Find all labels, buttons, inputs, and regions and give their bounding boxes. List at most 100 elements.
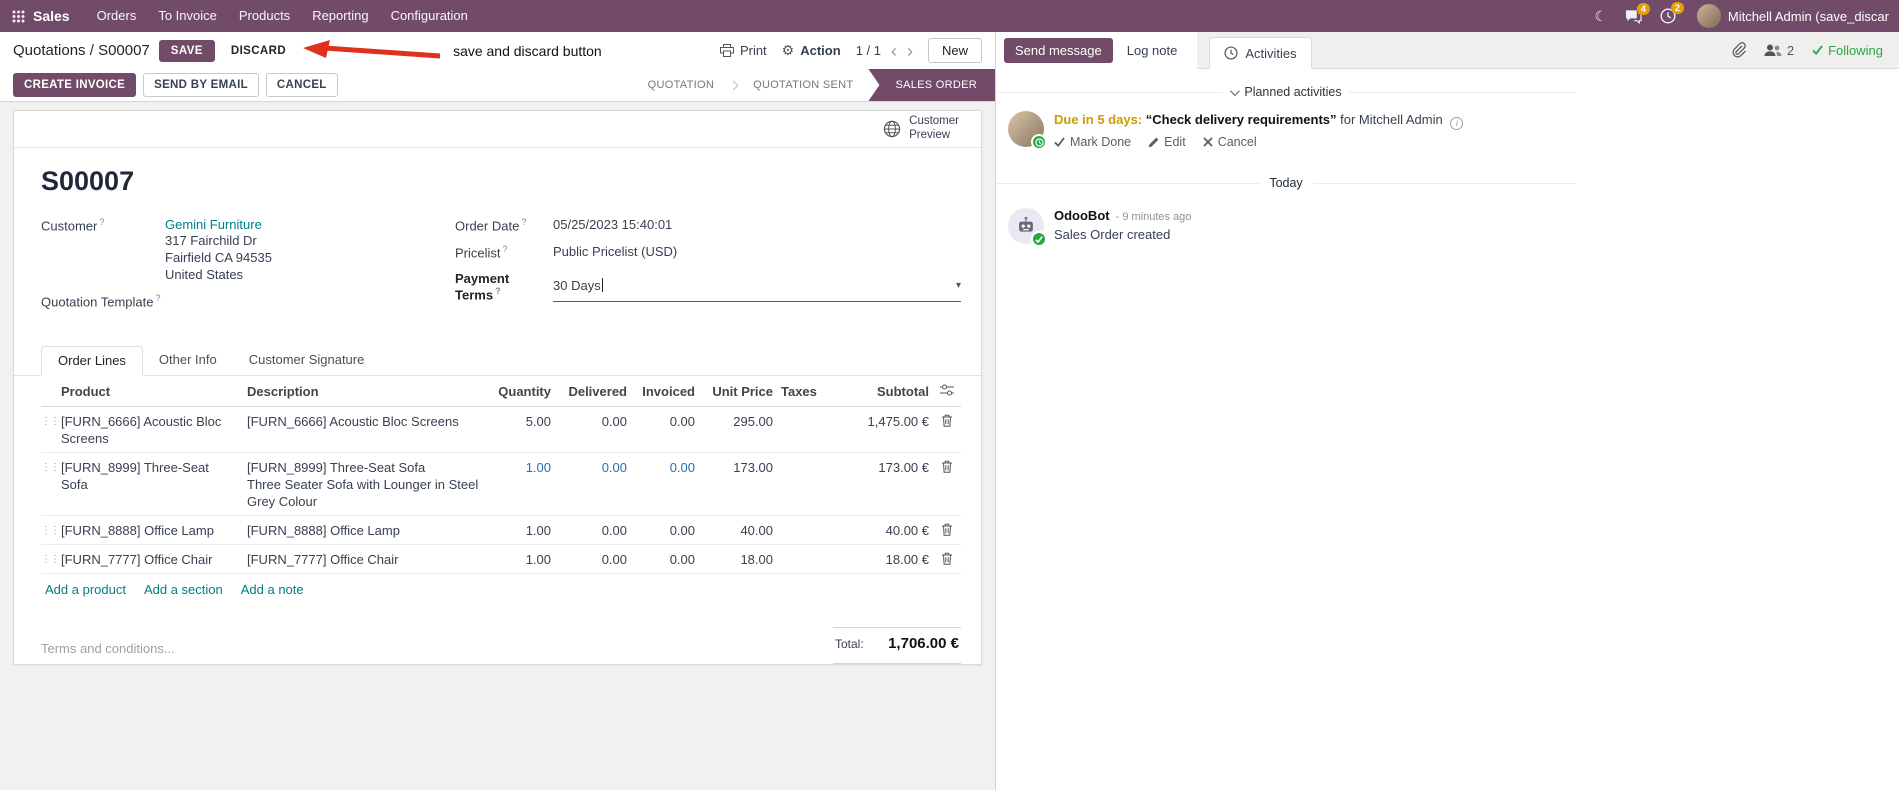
cell-delivered[interactable]: 0.00 — [555, 413, 631, 430]
table-row[interactable]: ⋮⋮ [FURN_8888] Office Lamp [FURN_8888] O… — [41, 516, 961, 545]
activity-item: Due in 5 days: “Check delivery requireme… — [996, 111, 1899, 150]
pager-next-icon[interactable]: › — [907, 42, 913, 60]
new-button[interactable]: New — [927, 38, 982, 63]
info-icon[interactable]: i — [1450, 117, 1464, 130]
terms-and-conditions-input[interactable]: Terms and conditions... — [41, 627, 175, 664]
add-note-link[interactable]: Add a note — [241, 582, 304, 597]
cell-subtotal: 173.00 € — [878, 460, 929, 475]
tab-order-lines[interactable]: Order Lines — [41, 346, 143, 376]
create-invoice-button[interactable]: CREATE INVOICE — [13, 73, 137, 97]
message-author[interactable]: OdooBot — [1054, 208, 1110, 223]
cell-unit-price[interactable]: 173.00 — [699, 459, 777, 476]
optional-columns-icon[interactable] — [933, 383, 961, 396]
edit-activity-button[interactable]: Edit — [1148, 135, 1186, 149]
cell-product[interactable]: [FURN_8999] Three-Seat Sofa — [57, 459, 243, 493]
log-note-button[interactable]: Log note — [1117, 39, 1188, 62]
cell-unit-price[interactable]: 295.00 — [699, 413, 777, 430]
cell-product[interactable]: [FURN_7777] Office Chair — [57, 551, 243, 568]
activities-badge: 2 — [1670, 2, 1684, 14]
pager-previous-icon[interactable]: ‹ — [891, 42, 897, 60]
cancel-activity-button[interactable]: Cancel — [1203, 135, 1257, 149]
menu-orders[interactable]: Orders — [86, 0, 148, 32]
cell-quantity[interactable]: 1.00 — [491, 522, 555, 539]
caret-down-icon[interactable]: ▾ — [956, 280, 961, 291]
cell-product[interactable]: [FURN_8888] Office Lamp — [57, 522, 243, 539]
pricelist-value[interactable]: Public Pricelist (USD) — [553, 244, 961, 264]
following-button[interactable]: Following — [1812, 43, 1883, 58]
cell-unit-price[interactable]: 18.00 — [699, 551, 777, 568]
cell-invoiced[interactable]: 0.00 — [631, 413, 699, 430]
drag-handle-icon[interactable]: ⋮⋮ — [41, 551, 60, 568]
add-product-link[interactable]: Add a product — [45, 582, 126, 597]
activities-menu[interactable]: 2 — [1660, 2, 1684, 24]
customer-link[interactable]: Gemini Furniture — [165, 217, 455, 232]
delete-row-icon[interactable] — [933, 459, 961, 473]
print-label: Print — [739, 43, 767, 58]
app-name[interactable]: Sales — [33, 8, 70, 24]
save-button[interactable]: SAVE — [158, 39, 215, 62]
pager-count[interactable]: 1 / 1 — [856, 43, 881, 58]
table-row[interactable]: ⋮⋮ [FURN_7777] Office Chair [FURN_7777] … — [41, 545, 961, 574]
cell-description[interactable]: [FURN_8888] Office Lamp — [243, 522, 491, 539]
cell-quantity[interactable]: 1.00 — [491, 459, 555, 476]
tab-customer-signature[interactable]: Customer Signature — [233, 346, 381, 375]
cell-invoiced[interactable]: 0.00 — [631, 551, 699, 568]
followers-button[interactable]: 2 — [1764, 43, 1794, 58]
drag-handle-icon[interactable]: ⋮⋮ — [41, 413, 60, 430]
delete-row-icon[interactable] — [933, 551, 961, 565]
status-steps: QUOTATION QUOTATION SENT SALES ORDER — [633, 69, 995, 101]
top-navbar: Sales Orders To Invoice Products Reporti… — [0, 0, 1899, 32]
check-icon — [1812, 45, 1823, 55]
attach-files-button[interactable] — [1731, 42, 1746, 58]
step-quotation[interactable]: QUOTATION — [633, 69, 729, 101]
dark-mode-toggle[interactable]: ☾ — [1594, 8, 1607, 25]
order-lines-header: Product Description Quantity Delivered I… — [41, 376, 961, 407]
user-avatar[interactable] — [1696, 4, 1721, 28]
send-by-email-button[interactable]: SEND BY EMAIL — [143, 73, 259, 97]
apps-menu-icon[interactable] — [10, 10, 33, 23]
drag-handle-icon[interactable]: ⋮⋮ — [41, 459, 60, 476]
delete-row-icon[interactable] — [933, 413, 961, 427]
print-button[interactable]: Print — [719, 43, 767, 58]
cell-quantity[interactable]: 1.00 — [491, 551, 555, 568]
send-message-button[interactable]: Send message — [1004, 38, 1113, 63]
quotation-template-input[interactable] — [165, 293, 455, 313]
activities-tab[interactable]: Activities — [1209, 37, 1312, 69]
mark-done-button[interactable]: Mark Done — [1054, 135, 1131, 149]
messages-menu[interactable]: 4 — [1625, 2, 1650, 24]
help-icon: ? — [99, 217, 105, 227]
payment-terms-input[interactable]: 30 Days ▾ — [553, 271, 961, 303]
table-row[interactable]: ⋮⋮ [FURN_8999] Three-Seat Sofa [FURN_899… — [41, 453, 961, 516]
order-date-value[interactable]: 05/25/2023 15:40:01 — [553, 217, 961, 237]
cell-description[interactable]: [FURN_6666] Acoustic Bloc Screens — [243, 413, 491, 430]
cell-invoiced[interactable]: 0.00 — [631, 459, 699, 476]
breadcrumb-quotations[interactable]: Quotations — [13, 42, 86, 59]
action-menu-button[interactable]: ⚙ Action — [782, 42, 841, 59]
cell-quantity[interactable]: 5.00 — [491, 413, 555, 430]
cell-product[interactable]: [FURN_6666] Acoustic Bloc Screens — [57, 413, 243, 447]
customer-preview-button[interactable]: Customer Preview — [873, 112, 969, 146]
cell-delivered[interactable]: 0.00 — [555, 459, 631, 476]
mark-done-label: Mark Done — [1070, 135, 1132, 149]
menu-to-invoice[interactable]: To Invoice — [147, 0, 228, 32]
cancel-button[interactable]: CANCEL — [265, 73, 338, 97]
user-name[interactable]: Mitchell Admin (save_discar — [1728, 9, 1889, 24]
cell-unit-price[interactable]: 40.00 — [699, 522, 777, 539]
cell-delivered[interactable]: 0.00 — [555, 551, 631, 568]
cell-description[interactable]: [FURN_8999] Three-Seat Sofa Three Seater … — [243, 459, 491, 510]
cell-delivered[interactable]: 0.00 — [555, 522, 631, 539]
cell-description[interactable]: [FURN_7777] Office Chair — [243, 551, 491, 568]
step-quotation-sent[interactable]: QUOTATION SENT — [738, 69, 868, 101]
tab-other-info[interactable]: Other Info — [143, 346, 233, 375]
add-section-link[interactable]: Add a section — [144, 582, 223, 597]
menu-products[interactable]: Products — [228, 0, 301, 32]
cell-invoiced[interactable]: 0.00 — [631, 522, 699, 539]
drag-handle-icon[interactable]: ⋮⋮ — [41, 522, 60, 539]
table-row[interactable]: ⋮⋮ [FURN_6666] Acoustic Bloc Screens [FU… — [41, 407, 961, 453]
delete-row-icon[interactable] — [933, 522, 961, 536]
menu-configuration[interactable]: Configuration — [380, 0, 479, 32]
menu-reporting[interactable]: Reporting — [301, 0, 379, 32]
discard-button[interactable]: DISCARD — [224, 41, 293, 61]
planned-activities-header[interactable]: Planned activities — [996, 85, 1576, 99]
step-sales-order[interactable]: SALES ORDER — [868, 69, 995, 101]
